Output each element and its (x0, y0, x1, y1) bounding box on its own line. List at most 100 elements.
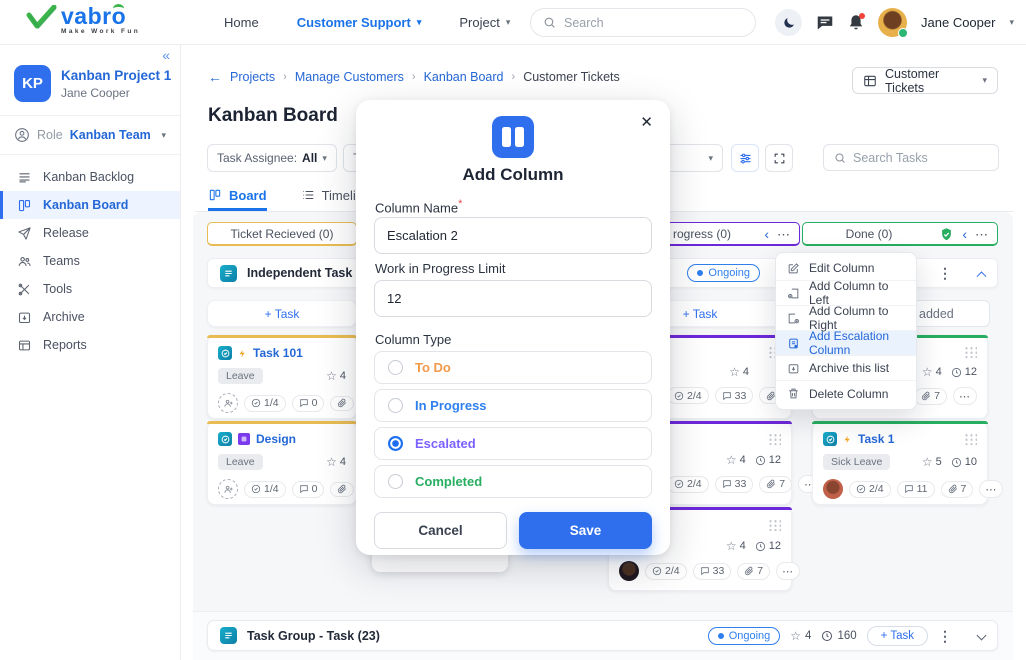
messages-button[interactable] (816, 15, 834, 31)
column-menu-icon[interactable]: ⋯ (777, 228, 791, 241)
column-name-label: Column Name* (375, 198, 462, 215)
collapse-column-icon[interactable]: ‹ (764, 227, 769, 241)
assign-user-button[interactable] (218, 393, 238, 413)
project-badge: KP (14, 65, 51, 102)
shield-check-icon (939, 227, 954, 242)
search-input[interactable] (564, 16, 724, 30)
project-header[interactable]: KP Kanban Project 1 Jane Cooper (0, 45, 180, 115)
task-title[interactable]: Design (256, 432, 296, 446)
breadcrumb-kanban-board[interactable]: Kanban Board (424, 70, 504, 84)
sidebar-item-reports[interactable]: Reports (0, 331, 180, 359)
nav-project[interactable]: Project▾ (459, 15, 510, 30)
sidebar-item-archive[interactable]: Archive (0, 303, 180, 331)
radio-selected[interactable] (388, 436, 403, 451)
task-card[interactable]: Design Leave ☆4 1/4 0 (207, 421, 357, 505)
add-column-right-icon (787, 312, 800, 325)
assign-user-button[interactable] (218, 479, 238, 499)
add-task-button[interactable]: + Task (207, 300, 357, 327)
sidebar-item-teams[interactable]: Teams (0, 247, 180, 275)
task-group-footer[interactable]: Task Group - Task (23) Ongoing ☆4 160 + … (207, 620, 998, 651)
task-assignee-filter[interactable]: Task Assignee: All ▾ (207, 144, 337, 172)
tab-board[interactable]: Board (208, 183, 267, 211)
paper-plane-icon (17, 226, 32, 241)
search-tasks-input[interactable] (853, 151, 973, 165)
role-selector[interactable]: Role Kanban Team ▾ (0, 116, 180, 154)
modal-title: Add Column (356, 165, 670, 185)
attachments-stat: 7 (941, 481, 974, 498)
sidebar-item-kanban-backlog[interactable]: Kanban Backlog (0, 163, 180, 191)
radio-unselected[interactable] (388, 360, 403, 375)
option-escalated[interactable]: Escalated (374, 427, 652, 460)
drag-handle-icon[interactable] (768, 433, 781, 445)
save-button[interactable]: Save (519, 512, 652, 549)
search-tasks[interactable] (823, 144, 999, 171)
option-completed[interactable]: Completed (374, 465, 652, 498)
drag-handle-icon[interactable] (964, 346, 977, 358)
drag-handle-icon[interactable] (964, 433, 977, 445)
option-to-do[interactable]: To Do (374, 351, 652, 384)
wip-limit-input[interactable] (374, 280, 652, 317)
nav-customer-support[interactable]: Customer Support▾ (297, 15, 422, 30)
board-view-icon (863, 74, 877, 88)
sidebar-item-release[interactable]: Release (0, 219, 180, 247)
clock-icon (951, 457, 962, 468)
collapse-column-icon[interactable]: ‹ (962, 227, 967, 241)
filter-settings-button[interactable] (731, 144, 759, 172)
sidebar-collapse-icon[interactable]: « (162, 47, 170, 63)
attachments-stat: 7 (759, 476, 792, 493)
vabro-logo[interactable]: vabro Make Work Fun (26, 5, 140, 36)
archive-icon (787, 362, 800, 375)
collapse-group-icon[interactable] (977, 271, 987, 281)
nav-home[interactable]: Home (224, 15, 259, 30)
drag-handle-icon[interactable] (768, 519, 781, 531)
user-avatar[interactable] (878, 8, 907, 37)
fullscreen-button[interactable] (765, 144, 793, 172)
expand-group-icon[interactable] (977, 631, 987, 641)
breadcrumb-current: Customer Tickets (523, 70, 620, 84)
column-name-input[interactable] (374, 217, 652, 254)
cancel-button[interactable]: Cancel (374, 512, 507, 549)
column-menu-icon[interactable]: ⋯ (975, 228, 989, 241)
kebab-menu-icon[interactable]: ⋮ (938, 266, 952, 280)
menu-item-add-column-right[interactable]: Add Column to Right (776, 306, 916, 331)
breadcrumb-manage-customers[interactable]: Manage Customers (295, 70, 404, 84)
dark-mode-toggle[interactable] (775, 9, 802, 36)
radio-unselected[interactable] (388, 398, 403, 413)
attachments-stat (330, 396, 354, 411)
task-card[interactable]: Task 101 Leave ☆4 1/4 0 (207, 335, 357, 419)
chevron-down-icon[interactable]: ▾ (1009, 18, 1014, 27)
back-arrow-icon[interactable]: ← (208, 70, 222, 84)
kebab-menu-icon[interactable]: ⋮ (938, 629, 952, 643)
global-search[interactable] (530, 8, 756, 37)
chevron-down-icon: ▾ (161, 131, 166, 140)
radio-unselected[interactable] (388, 474, 403, 489)
notifications-button[interactable] (848, 14, 864, 31)
clock-icon (821, 630, 833, 642)
more-actions-icon[interactable]: ⋯ (953, 387, 977, 405)
add-task-button[interactable]: + Task (867, 626, 928, 646)
column-header-done[interactable]: Done (0) ‹ ⋯ (802, 222, 998, 246)
wip-limit-label: Work in Progress Limit (375, 261, 506, 276)
assignee-avatar[interactable] (619, 561, 639, 581)
task-title[interactable]: Task 1 (858, 432, 894, 446)
more-actions-icon[interactable]: ⋯ (979, 480, 1003, 498)
menu-item-archive-this-list[interactable]: Archive this list (776, 356, 916, 381)
sidebar-item-tools[interactable]: Tools (0, 275, 180, 303)
star-icon: ☆ (790, 630, 801, 642)
close-icon[interactable]: ✕ (640, 115, 653, 130)
menu-item-add-column-left[interactable]: Add Column to Left (776, 281, 916, 306)
sidebar-item-kanban-board[interactable]: Kanban Board (0, 191, 180, 219)
view-selector-button[interactable]: Customer Tickets ▾ (852, 67, 998, 94)
more-actions-icon[interactable]: ⋯ (776, 562, 800, 580)
assignee-avatar[interactable] (823, 479, 843, 499)
checklist-stat: 1/4 (244, 395, 286, 412)
task-title[interactable]: Task 101 (253, 346, 303, 360)
menu-item-add-escalation-column[interactable]: Add Escalation Column (776, 331, 916, 356)
menu-item-edit-column[interactable]: Edit Column (776, 256, 916, 281)
breadcrumb-projects[interactable]: Projects (230, 70, 275, 84)
column-header-ticket-received[interactable]: Ticket Recieved (0) (207, 222, 357, 246)
task-card[interactable]: Task 1 Sick Leave ☆510 2/4 11 7 ⋯ (812, 421, 988, 505)
option-in-progress[interactable]: In Progress (374, 389, 652, 422)
checklist-stat: 1/4 (244, 481, 286, 498)
menu-item-delete-column[interactable]: Delete Column (776, 381, 916, 406)
